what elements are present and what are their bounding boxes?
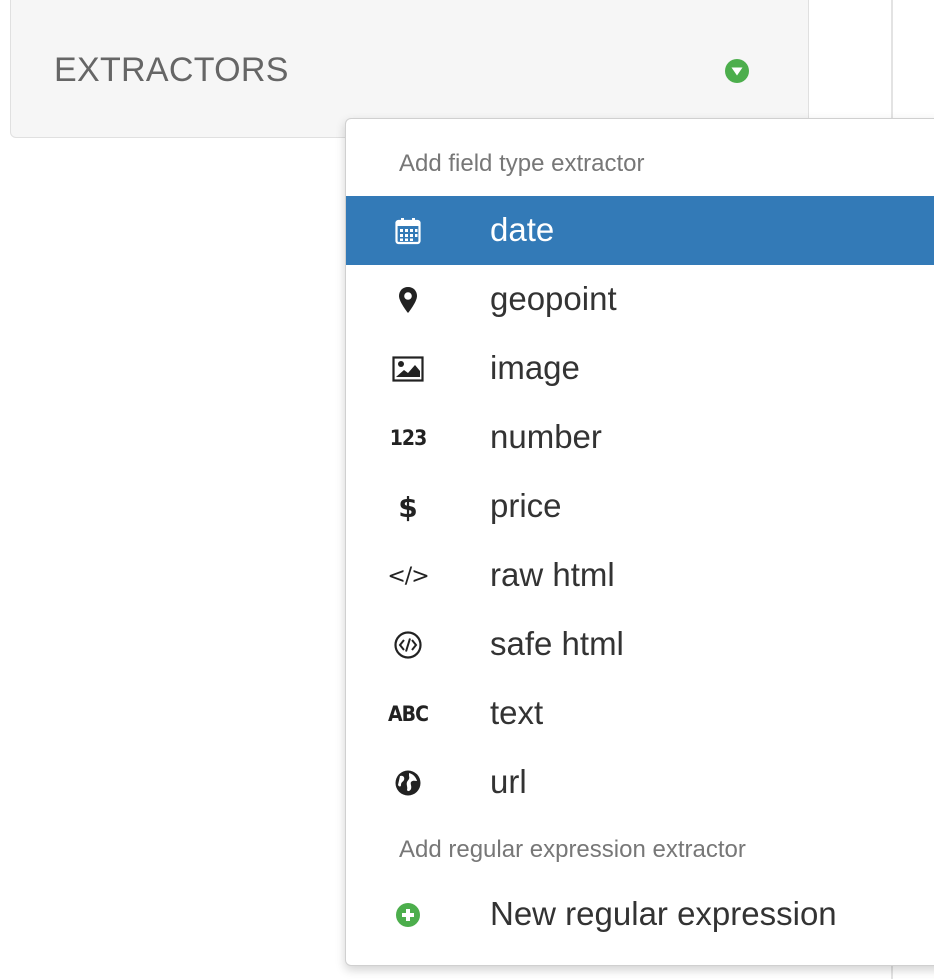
code-icon: </> [387,563,429,589]
menu-item-safe-html[interactable]: safe html [346,610,934,679]
number-icon: 123 [389,426,427,450]
field-type-header: Add field type extractor [399,150,645,177]
menu-item-label: price [490,487,562,524]
menu-item-raw-html[interactable]: </> raw html [346,541,934,610]
text-icon: ABC [388,702,429,726]
extractors-screen: EXTRACTORS Add field type extractor date… [0,0,934,979]
dollar-icon: $ [398,490,418,524]
extractor-dropdown-menu: Add field type extractor date geopoint i… [345,118,934,966]
map-marker-icon [388,283,428,317]
menu-item-geopoint[interactable]: geopoint [346,265,934,334]
menu-item-text[interactable]: ABC text [346,679,934,748]
calendar-icon [388,214,428,248]
menu-item-label: date [490,211,555,248]
menu-item-label: New regular expression [490,895,837,932]
menu-item-number[interactable]: 123 number [346,403,934,472]
menu-item-label: image [490,349,580,386]
menu-item-label: safe html [490,625,624,662]
menu-item-url[interactable]: url [346,748,934,817]
plus-circle-icon [388,898,428,932]
caret-down-circle-icon[interactable] [724,58,750,84]
menu-item-date[interactable]: date [346,196,934,265]
panel-title: EXTRACTORS [54,51,289,89]
menu-item-label: raw html [490,556,615,593]
globe-icon [388,766,428,800]
menu-item-label: text [490,694,544,731]
menu-item-label: url [490,763,527,800]
regex-header: Add regular expression extractor [399,836,746,863]
picture-icon [388,352,428,386]
safe-code-icon [388,628,428,662]
menu-item-new-regex[interactable]: New regular expression [346,880,934,949]
menu-item-label: number [490,418,602,455]
menu-item-label: geopoint [490,280,617,317]
menu-item-image[interactable]: image [346,334,934,403]
menu-item-price[interactable]: $ price [346,472,934,541]
